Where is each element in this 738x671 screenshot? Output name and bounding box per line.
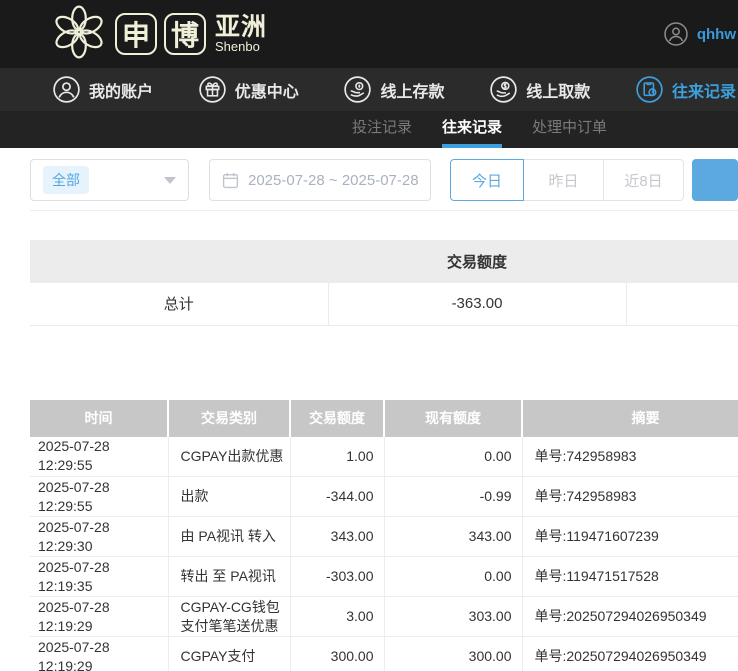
logo-char-box: 申 <box>115 13 157 55</box>
summary-total-label: 总计 <box>30 283 328 325</box>
cell-balance: 0.00 <box>384 557 522 597</box>
cell-type: 转出 至 PA视讯 <box>168 557 290 597</box>
col-header-time: 时间 <box>30 400 168 437</box>
logo-char-box: 博 <box>164 13 206 55</box>
cell-balance: -0.99 <box>384 477 522 517</box>
cell-time: 2025-07-28 12:19:35 <box>30 557 168 597</box>
tab-betting-records[interactable]: 投注记录 <box>352 111 412 148</box>
table-row: 2025-07-28 12:29:30 由 PA视讯 转入 343.00 343… <box>30 517 738 557</box>
cell-summary: 单号:119471607239 <box>522 517 738 557</box>
cell-summary: 单号:202507294026950349 <box>522 637 738 671</box>
search-button[interactable] <box>692 159 738 201</box>
cell-summary: 单号:742958983 <box>522 437 738 477</box>
table-row: 2025-07-28 12:19:29 CGPAY-CG钱包支付笔笔送优惠 3.… <box>30 597 738 637</box>
nav-item-deposit[interactable]: 线上存款 <box>344 76 444 103</box>
deposit-coin-hand-icon <box>344 76 371 103</box>
user-account[interactable]: qhhw <box>664 22 738 46</box>
nav-label: 线上存款 <box>380 78 444 102</box>
date-range-value: 2025-07-28 ~ 2025-07-28 <box>248 172 419 189</box>
cell-type: CGPAY支付 <box>168 637 290 671</box>
nav-label: 线上取款 <box>526 78 590 102</box>
nav-label: 往来记录 <box>672 78 736 102</box>
cell-amount: 1.00 <box>290 437 384 477</box>
cell-balance: 303.00 <box>384 597 522 637</box>
date-range-picker[interactable]: 2025-07-28 ~ 2025-07-28 <box>209 159 431 201</box>
section-divider <box>30 210 738 211</box>
withdraw-coin-hand-icon <box>490 76 517 103</box>
col-header-balance: 现有额度 <box>384 400 522 437</box>
cell-amount: 300.00 <box>290 637 384 671</box>
cell-summary: 单号:119471517528 <box>522 557 738 597</box>
tab-transaction-records[interactable]: 往来记录 <box>442 111 502 148</box>
logo-region: 亚洲 <box>215 14 267 40</box>
selected-type-tag[interactable]: 全部 <box>43 166 89 194</box>
cell-balance: 0.00 <box>384 437 522 477</box>
cell-amount: 3.00 <box>290 597 384 637</box>
cell-time: 2025-07-28 12:29:30 <box>30 517 168 557</box>
cell-type: 出款 <box>168 477 290 517</box>
nav-label: 我的账户 <box>89 78 153 102</box>
user-icon <box>53 76 80 103</box>
cell-time: 2025-07-28 12:29:55 <box>30 437 168 477</box>
col-header-summary: 摘要 <box>522 400 738 437</box>
cell-time: 2025-07-28 12:19:29 <box>30 637 168 671</box>
summary-header-row: 交易额度 <box>30 240 738 283</box>
last-8-days-button[interactable]: 近8日 <box>604 159 684 201</box>
gift-icon <box>199 76 226 103</box>
chevron-down-icon <box>164 177 176 184</box>
table-row: 2025-07-28 12:29:55 出款 -344.00 -0.99 单号:… <box>30 477 738 517</box>
nav-item-my-account[interactable]: 我的账户 <box>53 76 153 103</box>
brand-logo[interactable]: 申 博 亚洲 Shenbo <box>50 3 267 66</box>
cell-summary: 单号:202507294026950349 <box>522 597 738 637</box>
screen: 申 博 亚洲 Shenbo qhhw <box>0 0 738 671</box>
summary-table: 交易额度 总计 -363.00 <box>30 240 738 326</box>
calendar-icon <box>222 172 239 189</box>
summary-total-value: -363.00 <box>328 283 626 325</box>
summary-empty-cell <box>626 283 738 325</box>
avatar-icon <box>664 22 688 46</box>
summary-header-empty <box>30 240 328 283</box>
top-bar: 申 博 亚洲 Shenbo qhhw <box>0 0 738 68</box>
cell-balance: 300.00 <box>384 637 522 671</box>
logo-char: 博 <box>171 14 199 54</box>
logo-name-en: Shenbo <box>215 40 267 54</box>
cell-amount: -303.00 <box>290 557 384 597</box>
main-nav: 我的账户 优惠中心 线上存款 <box>0 68 738 111</box>
cell-type: CGPAY-CG钱包支付笔笔送优惠 <box>168 597 290 637</box>
logo-char: 申 <box>122 14 150 54</box>
nav-item-transaction-records[interactable]: 往来记录 <box>636 76 736 103</box>
cell-type: CGPAY出款优惠 <box>168 437 290 477</box>
records-table: 时间 交易类别 交易额度 现有额度 摘要 2025-07-28 12:29:55… <box>30 400 738 671</box>
nav-item-withdraw[interactable]: 线上取款 <box>490 76 590 103</box>
filter-bar: 全部 2025-07-28 ~ 2025-07-28 今日 昨日 近8日 <box>30 159 738 201</box>
cell-type: 由 PA视讯 转入 <box>168 517 290 557</box>
summary-header-amount: 交易额度 <box>328 240 626 283</box>
cell-amount: 343.00 <box>290 517 384 557</box>
today-button[interactable]: 今日 <box>450 159 524 201</box>
col-header-amount: 交易额度 <box>290 400 384 437</box>
nav-label: 优惠中心 <box>235 78 299 102</box>
table-row: 2025-07-28 12:19:29 CGPAY支付 300.00 300.0… <box>30 637 738 671</box>
summary-total-row: 总计 -363.00 <box>30 283 738 325</box>
tab-pending-orders[interactable]: 处理中订单 <box>532 111 607 148</box>
records-header-row: 时间 交易类别 交易额度 现有额度 摘要 <box>30 400 738 437</box>
type-select[interactable]: 全部 <box>30 159 189 201</box>
cell-time: 2025-07-28 12:29:55 <box>30 477 168 517</box>
table-row: 2025-07-28 12:19:35 转出 至 PA视讯 -303.00 0.… <box>30 557 738 597</box>
username: qhhw <box>697 26 736 43</box>
flower-logo-icon <box>50 3 108 66</box>
cell-balance: 343.00 <box>384 517 522 557</box>
summary-header-empty <box>626 240 738 283</box>
cell-amount: -344.00 <box>290 477 384 517</box>
logo-wordmark: 亚洲 Shenbo <box>215 14 267 54</box>
records-clipboard-icon <box>636 76 663 103</box>
col-header-type: 交易类别 <box>168 400 290 437</box>
quick-date-buttons: 今日 昨日 近8日 <box>450 159 684 201</box>
nav-item-promotions[interactable]: 优惠中心 <box>199 76 299 103</box>
table-row: 2025-07-28 12:29:55 CGPAY出款优惠 1.00 0.00 … <box>30 437 738 477</box>
cell-summary: 单号:742958983 <box>522 477 738 517</box>
cell-time: 2025-07-28 12:19:29 <box>30 597 168 637</box>
yesterday-button[interactable]: 昨日 <box>524 159 604 201</box>
sub-nav: 投注记录 往来记录 处理中订单 <box>0 111 738 148</box>
